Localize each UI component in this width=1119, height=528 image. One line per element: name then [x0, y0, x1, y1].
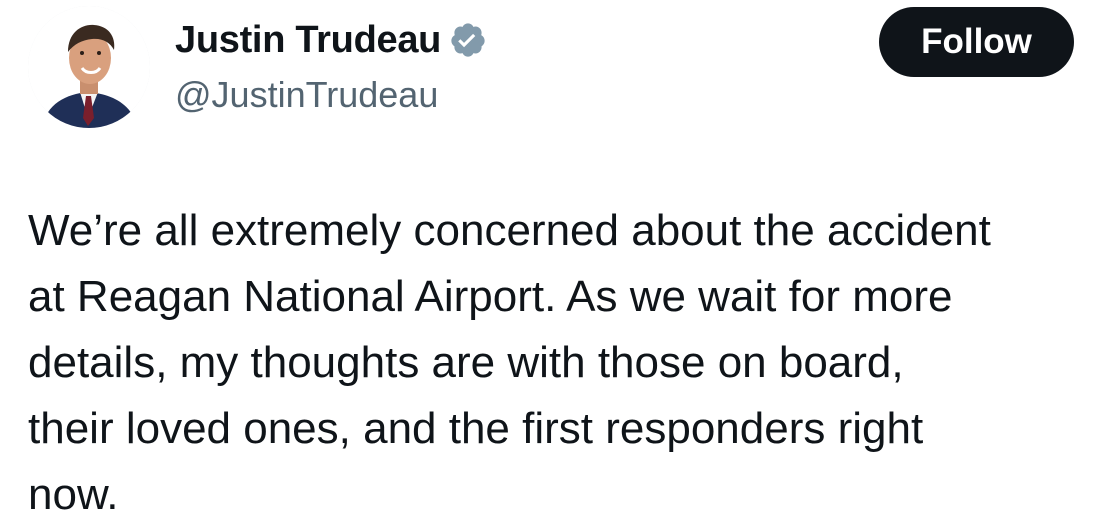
- author-info: Justin Trudeau @JustinTrudeau: [175, 14, 487, 120]
- user-handle[interactable]: @JustinTrudeau: [175, 70, 487, 120]
- tweet-text-line: at Reagan National Airport. As we wait f…: [28, 272, 953, 321]
- profile-photo-icon: [28, 6, 150, 128]
- tweet-text-line: now.: [28, 470, 119, 519]
- verified-badge-icon[interactable]: [449, 21, 487, 59]
- avatar[interactable]: [28, 6, 150, 128]
- name-row: Justin Trudeau: [175, 14, 487, 66]
- tweet-text-line: details, my thoughts are with those on b…: [28, 338, 904, 387]
- tweet-text-line: We’re all extremely concerned about the …: [28, 206, 991, 255]
- tweet-card: Justin Trudeau @JustinTrudeau Follow We’…: [0, 0, 1119, 527]
- display-name[interactable]: Justin Trudeau: [175, 14, 441, 66]
- follow-button[interactable]: Follow: [879, 7, 1074, 77]
- tweet-text: We’re all extremely concerned about the …: [28, 198, 1108, 528]
- tweet-text-line: their loved ones, and the first responde…: [28, 404, 924, 453]
